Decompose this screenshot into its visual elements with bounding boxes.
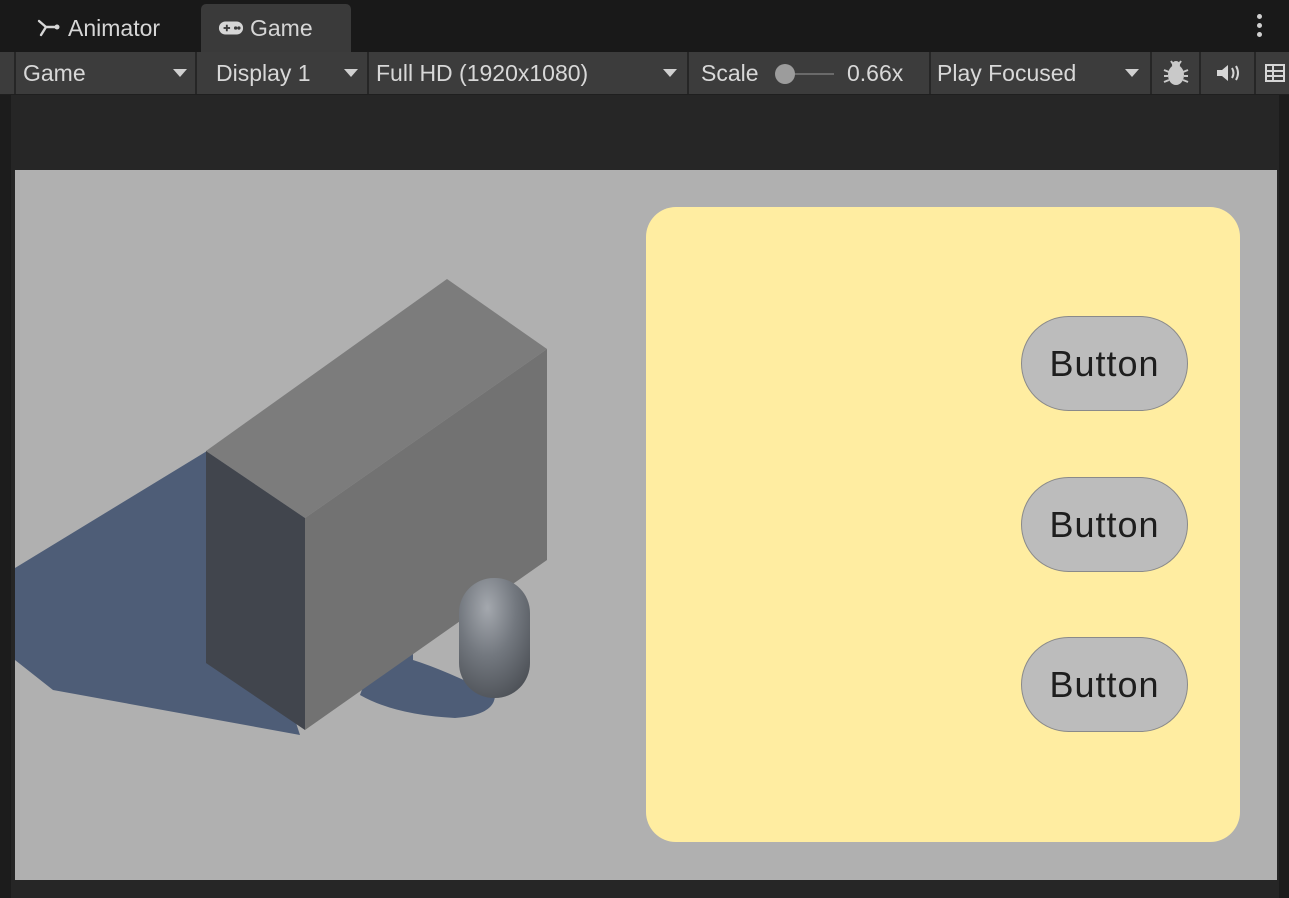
panel-button-2[interactable]: Button	[1021, 477, 1188, 572]
tab-game[interactable]: Game	[201, 4, 351, 52]
tab-game-label: Game	[250, 14, 313, 41]
resolution-select[interactable]: Full HD (1920x1080)	[376, 52, 686, 94]
chevron-down-icon	[344, 69, 358, 77]
right-border	[1279, 95, 1289, 898]
scale-slider-handle[interactable]	[775, 64, 795, 84]
panel-button-3[interactable]: Button	[1021, 637, 1188, 732]
display-select[interactable]: Display 1	[216, 52, 366, 94]
audio-mute-icon[interactable]	[1212, 52, 1244, 94]
view-select[interactable]: Game	[23, 52, 195, 94]
play-mode-select-value: Play Focused	[937, 59, 1077, 86]
scale-label: Scale	[701, 59, 759, 86]
animator-icon	[36, 15, 62, 41]
play-mode-select[interactable]: Play Focused	[937, 52, 1147, 94]
more-options-icon[interactable]	[1257, 14, 1263, 40]
left-border	[0, 95, 11, 898]
chevron-down-icon	[663, 69, 677, 77]
chevron-down-icon	[173, 69, 187, 77]
scale-value: 0.66x	[847, 59, 904, 86]
bug-icon[interactable]	[1158, 52, 1194, 94]
tab-bar: Animator Game	[0, 0, 1289, 52]
resolution-select-value: Full HD (1920x1080)	[376, 59, 589, 86]
tab-animator-label: Animator	[68, 14, 161, 41]
game-view-toolbar: Game Display 1 Full HD (1920x1080) Scale…	[0, 52, 1289, 95]
game-viewport[interactable]: Button Button Button	[15, 170, 1277, 880]
tab-animator[interactable]: Animator	[28, 4, 168, 52]
panel-button-1[interactable]: Button	[1021, 316, 1188, 411]
stats-grid-icon[interactable]	[1264, 52, 1289, 94]
gamepad-icon	[218, 15, 244, 41]
ui-panel: Button Button Button	[646, 207, 1240, 842]
view-select-value: Game	[23, 59, 86, 86]
display-select-value: Display 1	[216, 59, 311, 86]
chevron-down-icon	[1125, 69, 1139, 77]
